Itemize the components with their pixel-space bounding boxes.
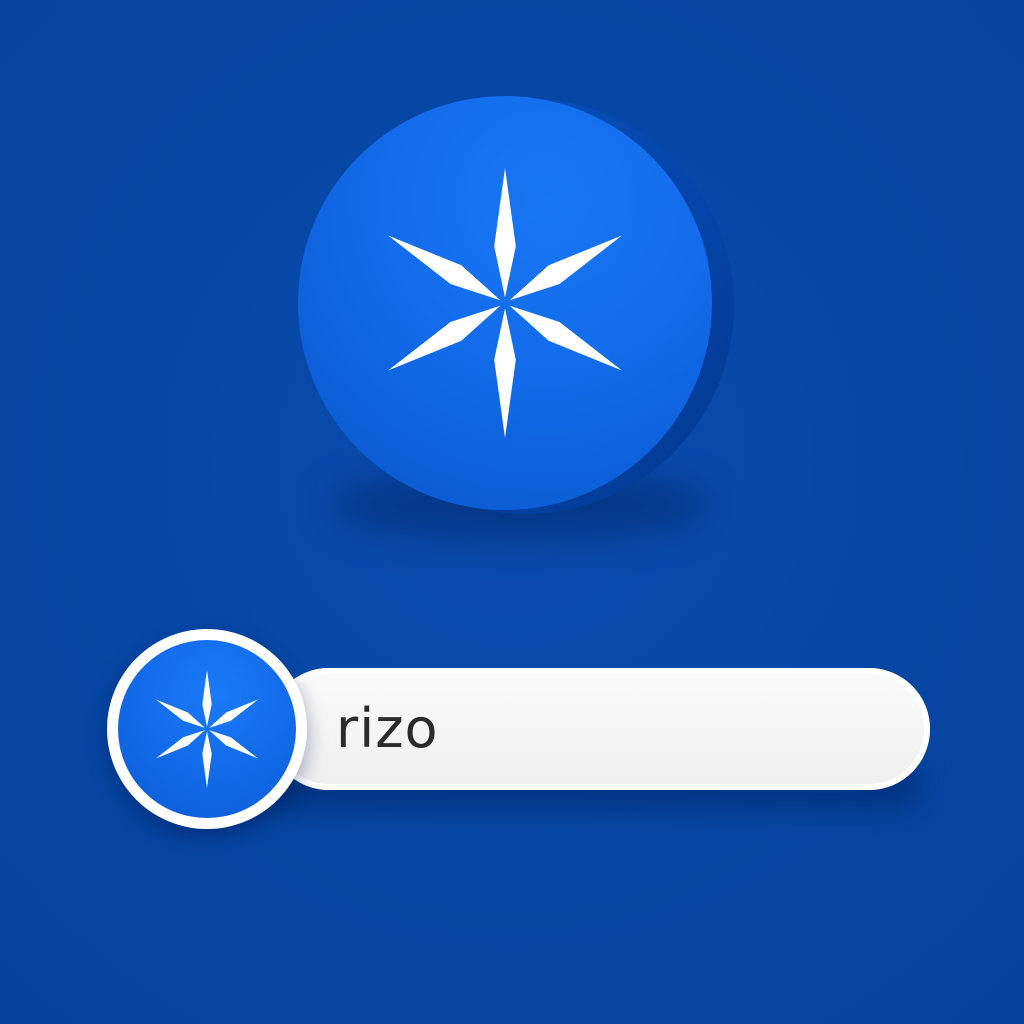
search-bar[interactable]: rizo <box>268 668 930 790</box>
six-point-star-icon <box>155 670 259 788</box>
search-bar-text[interactable]: rizo <box>336 702 439 756</box>
search-bar-icon[interactable] <box>118 640 296 818</box>
six-point-star-icon <box>388 168 622 438</box>
background: rizo <box>0 0 1024 1024</box>
app-icon[interactable] <box>298 96 712 510</box>
